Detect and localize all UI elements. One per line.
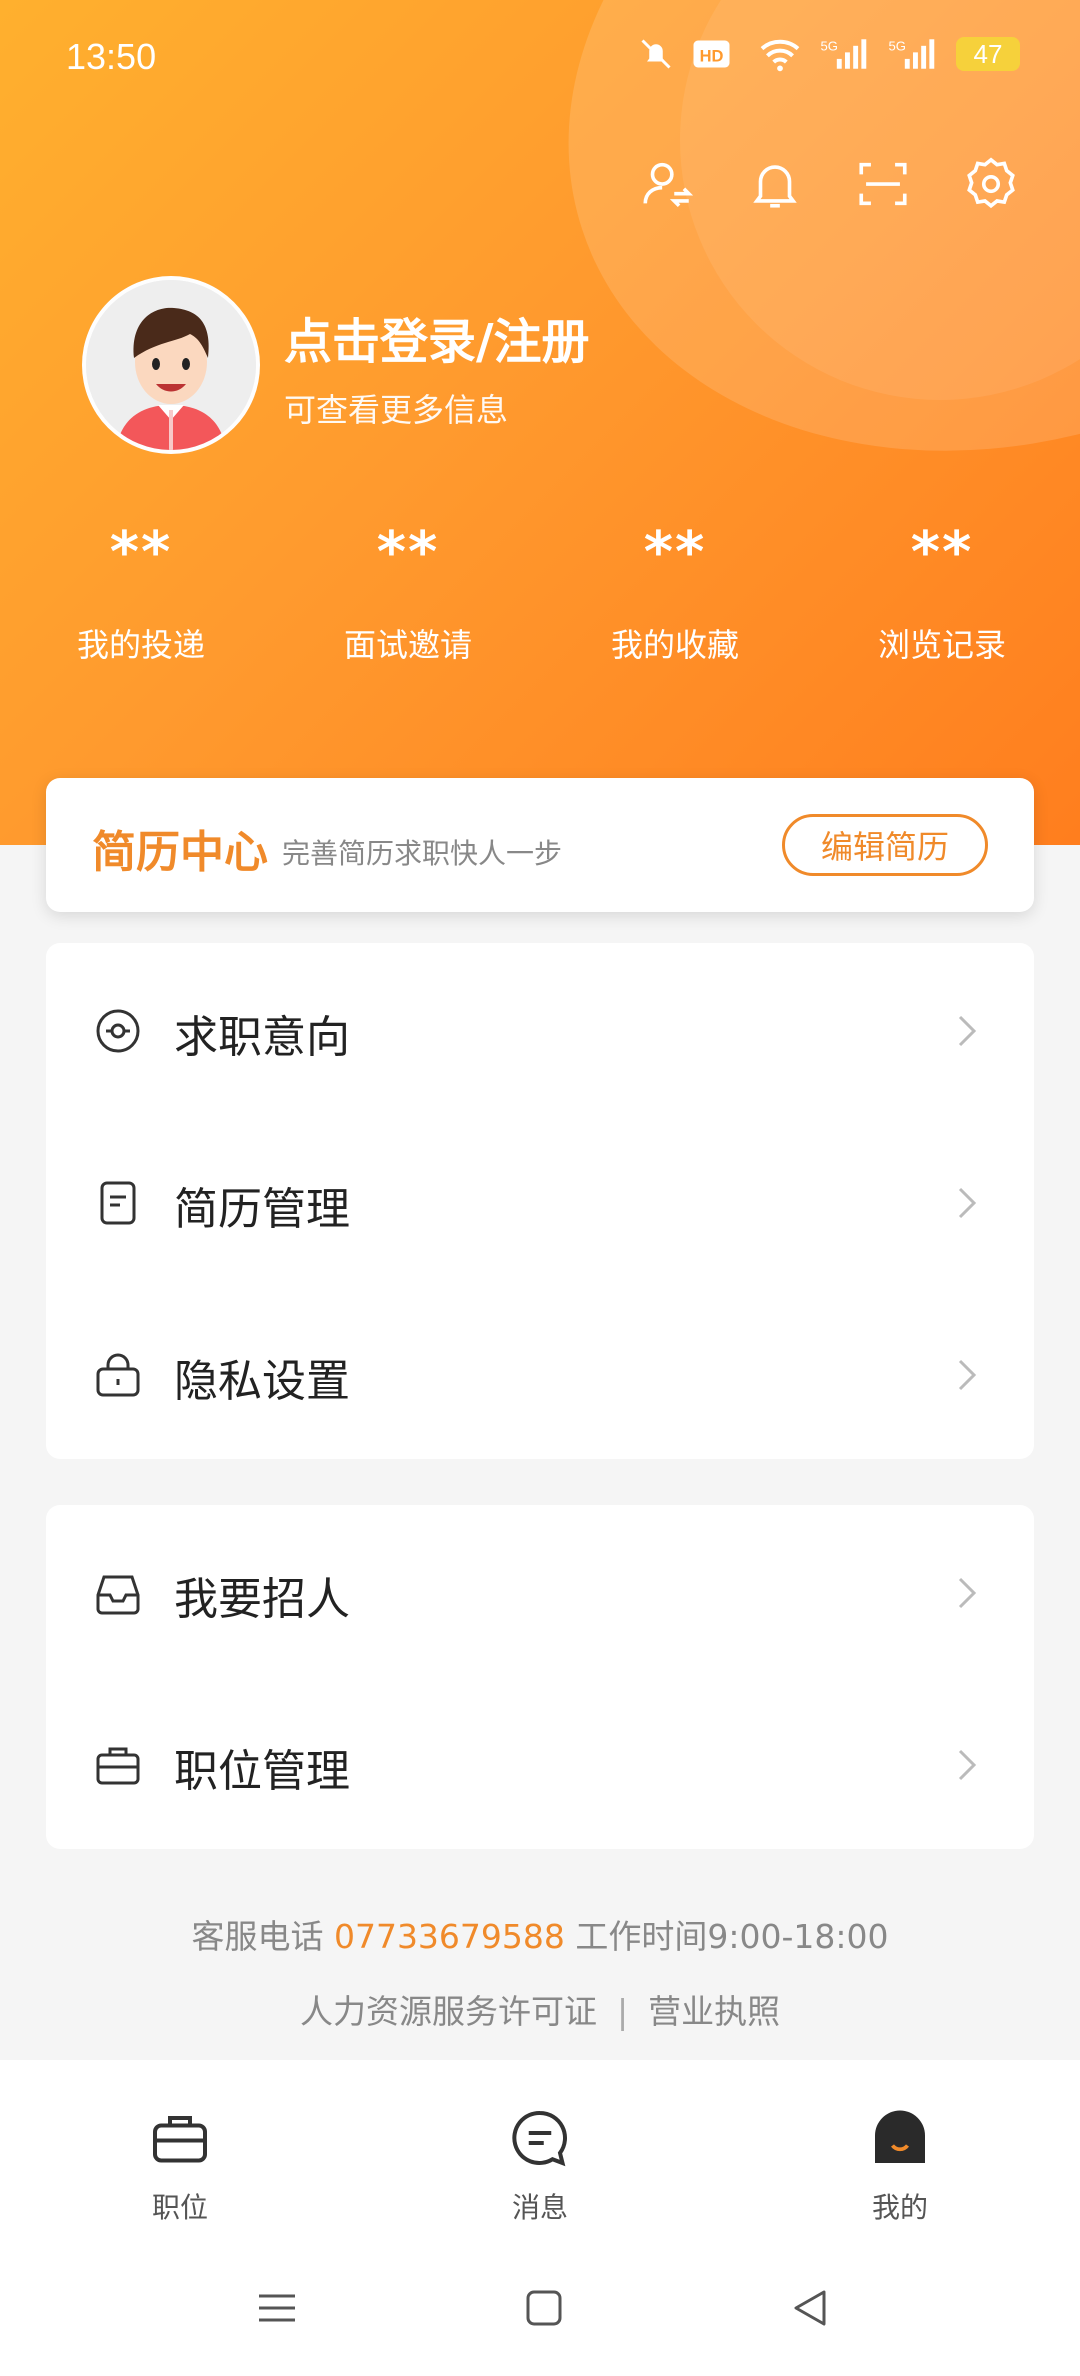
stat-label: 我的收藏 <box>610 626 739 664</box>
svg-text:5G: 5G <box>820 39 837 54</box>
tab-me[interactable]: 我的 <box>820 2108 980 2226</box>
chevron-right-icon <box>958 1577 977 1609</box>
svg-text:HD: HD <box>700 48 724 66</box>
menu-item-label: 简历管理 <box>174 1184 350 1235</box>
chat-icon <box>512 2110 567 2167</box>
footer-separator: | <box>616 1992 629 2031</box>
header-actions <box>638 155 1020 213</box>
menu-item-resume-management[interactable]: 简历管理 <box>46 1115 1034 1287</box>
business-license-link[interactable]: 营业执照 <box>648 1992 780 2031</box>
stat-interviews[interactable]: ** 面试邀请 <box>282 520 534 666</box>
switch-identity-icon[interactable] <box>638 155 696 213</box>
menu-card-job-seeker: 求职意向 简历管理 隐私设置 <box>46 943 1034 1459</box>
chevron-right-icon <box>958 1015 977 1047</box>
login-subtitle: 可查看更多信息 <box>284 391 509 429</box>
menu-item-hire[interactable]: 我要招人 <box>46 1505 1034 1677</box>
customer-service-line: 客服电话 07733679588 工作时间9:00-18:00 <box>0 1910 1080 1958</box>
resume-center-card: 简历中心 完善简历求职快人一步 编辑简历 <box>46 778 1034 912</box>
stat-label: 浏览记录 <box>877 626 1006 664</box>
chevron-right-icon <box>958 1359 977 1391</box>
signal-5g-icon: 5G <box>820 39 867 69</box>
menu-item-label: 我要招人 <box>174 1574 350 1625</box>
profile-block[interactable] <box>82 276 260 454</box>
stat-applications[interactable]: ** 我的投递 <box>15 520 267 666</box>
menu-item-job-intention[interactable]: 求职意向 <box>46 943 1034 1115</box>
service-hours: 工作时间9:00-18:00 <box>575 1917 889 1956</box>
tab-label: 消息 <box>511 2191 568 2224</box>
gear-icon[interactable] <box>962 155 1020 213</box>
resume-center-subtitle: 完善简历求职快人一步 <box>282 837 563 870</box>
briefcase-icon <box>153 2116 207 2163</box>
bottom-tab-bar: 职位 消息 我的 <box>0 2060 1080 2270</box>
service-phone-link[interactable]: 07733679588 <box>334 1917 565 1956</box>
service-label: 客服电话 <box>191 1917 324 1956</box>
stat-label: 面试邀请 <box>343 626 472 664</box>
edit-resume-button[interactable]: 编辑简历 <box>782 814 988 876</box>
menu-card-recruiter: 我要招人 职位管理 <box>46 1505 1034 1849</box>
login-register-link[interactable]: 点击登录/注册 <box>284 302 590 372</box>
signal-5g-icon: 5G <box>888 39 935 69</box>
wifi-icon <box>760 39 800 72</box>
stat-value: ** <box>643 520 707 585</box>
hr-license-link[interactable]: 人力资源服务许可证 <box>300 1992 597 2031</box>
chevron-right-icon <box>958 1187 977 1219</box>
status-icons: HD 5G 5G 47 <box>638 36 1020 72</box>
avatar[interactable] <box>82 276 260 454</box>
menu-item-label: 职位管理 <box>174 1746 350 1797</box>
mute-bell-icon <box>641 39 671 69</box>
svg-text:5G: 5G <box>888 39 905 54</box>
stat-label: 我的投递 <box>76 626 205 664</box>
menu-item-label: 求职意向 <box>174 1012 350 1063</box>
status-bar: 13:50 HD 5G 5G 47 <box>0 0 1080 120</box>
license-links: 人力资源服务许可证 | 营业执照 <box>0 1985 1080 2033</box>
stat-value: ** <box>910 520 974 585</box>
stat-history[interactable]: ** 浏览记录 <box>816 520 1068 666</box>
stat-value: ** <box>376 520 440 585</box>
chevron-right-icon <box>958 1749 977 1781</box>
stat-favorites[interactable]: ** 我的收藏 <box>549 520 801 666</box>
lock-icon <box>96 1353 140 1397</box>
tab-jobs[interactable]: 职位 <box>100 2108 260 2226</box>
document-icon <box>100 1181 136 1225</box>
tab-label: 我的 <box>871 2191 928 2224</box>
back-icon[interactable] <box>788 2286 832 2330</box>
resume-center-title: 简历中心 <box>92 827 268 878</box>
stats-row: ** 我的投递 ** 面试邀请 ** 我的收藏 ** 浏览记录 <box>0 520 1080 666</box>
tab-messages[interactable]: 消息 <box>460 2108 620 2226</box>
system-navigation-bar <box>0 2240 1080 2376</box>
status-time: 13:50 <box>66 36 157 77</box>
target-icon <box>96 1009 140 1053</box>
battery-indicator: 47 <box>956 37 1020 71</box>
home-icon[interactable] <box>522 2286 566 2330</box>
avatar-illustration <box>86 280 256 450</box>
menu-item-position-management[interactable]: 职位管理 <box>46 1677 1034 1849</box>
briefcase-icon <box>96 1747 140 1785</box>
scan-icon[interactable] <box>854 155 912 213</box>
hd-icon: HD <box>693 40 730 68</box>
menu-icon[interactable] <box>255 2286 299 2330</box>
profile-icon <box>875 2110 925 2163</box>
tab-label: 职位 <box>151 2191 208 2224</box>
stat-value: ** <box>109 520 173 585</box>
bell-icon[interactable] <box>746 155 804 213</box>
menu-item-label: 隐私设置 <box>174 1356 350 1407</box>
menu-item-privacy-settings[interactable]: 隐私设置 <box>46 1287 1034 1459</box>
inbox-icon <box>96 1575 140 1615</box>
